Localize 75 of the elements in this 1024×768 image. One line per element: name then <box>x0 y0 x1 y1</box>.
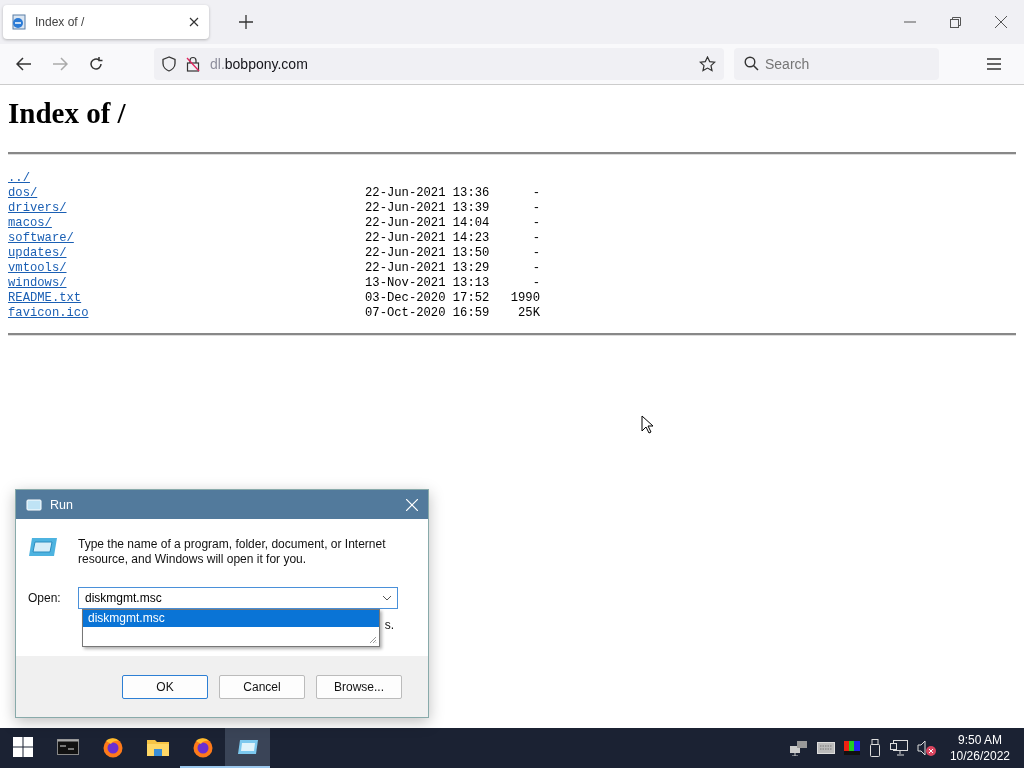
modified-date: 22-Jun-2021 13:50 <box>365 246 491 261</box>
run-icon <box>236 739 259 755</box>
file-size: - <box>531 216 540 231</box>
url-text: dl.bobpony.com <box>210 56 308 72</box>
reload-icon[interactable] <box>88 56 104 72</box>
open-label: Open: <box>28 591 60 605</box>
address-bar[interactable]: dl.bobpony.com <box>154 48 724 80</box>
taskbar-button[interactable] <box>225 728 270 768</box>
dialog-button[interactable]: Cancel <box>219 674 305 699</box>
keyboard-icon[interactable] <box>816 742 835 754</box>
suggestion-item[interactable]: diskmgmt.msc <box>83 610 379 627</box>
instruction-text: Type the name of a program, folder, document, or Internet resource, and Windows will open it for you. <box>78 537 387 567</box>
close-icon[interactable] <box>995 16 1007 28</box>
restore-icon[interactable] <box>950 16 961 28</box>
browser-tab[interactable]: Index of / <box>3 5 209 39</box>
modified-date: 07-Oct-2020 16:59 <box>365 306 491 321</box>
search-field[interactable]: Search <box>734 48 939 80</box>
close-icon[interactable] <box>189 17 199 27</box>
file-link[interactable]: favicon.ico <box>8 306 89 320</box>
modified-date: 22-Jun-2021 13:36 <box>365 186 491 201</box>
file-link[interactable]: ../ <box>8 171 30 185</box>
file-size: - <box>531 186 540 201</box>
menu-icon[interactable] <box>987 58 1001 70</box>
file-link[interactable]: macos/ <box>8 216 52 230</box>
clock-time: 9:50 AM <box>957 732 1002 748</box>
pointer-icon <box>641 415 653 434</box>
file-link[interactable]: windows/ <box>8 276 67 290</box>
network-icon[interactable] <box>789 740 808 756</box>
modified-date: 22-Jun-2021 13:39 <box>365 201 491 216</box>
dialog-button[interactable]: Browse... <box>316 674 402 699</box>
new-tab-icon[interactable] <box>239 15 253 29</box>
resize-grip-icon[interactable] <box>369 636 377 644</box>
dialog-button[interactable]: OK <box>122 674 208 699</box>
file-link[interactable]: README.txt <box>8 291 82 305</box>
back-icon[interactable] <box>16 57 32 71</box>
modified-date: 03-Dec-2020 17:52 <box>365 291 491 306</box>
file-size: - <box>531 201 540 216</box>
option-text: s. <box>384 618 394 632</box>
file-size: - <box>531 261 540 276</box>
folder-icon <box>146 738 169 756</box>
search-icon <box>744 56 759 71</box>
run-icon <box>28 537 58 557</box>
terminal-icon <box>56 739 79 755</box>
file-link[interactable]: vmtools/ <box>8 261 67 275</box>
star-icon[interactable] <box>699 56 716 72</box>
clock[interactable]: 9:50 AM 10/26/2022 <box>949 732 1010 764</box>
shield-icon[interactable] <box>162 56 176 72</box>
windows-logo-icon <box>12 737 33 757</box>
modified-date: 13-Nov-2021 13:13 <box>365 276 491 291</box>
firefox-icon <box>101 736 124 758</box>
monitor-icon[interactable] <box>889 740 908 756</box>
usb-drive-icon[interactable] <box>868 739 881 757</box>
file-link[interactable]: drivers/ <box>8 201 67 215</box>
page-heading: Index of / <box>8 97 127 130</box>
file-size: 25K <box>517 306 540 321</box>
file-size: 1990 <box>509 291 540 306</box>
open-combo-box[interactable]: diskmgmt.msc <box>78 587 398 609</box>
file-link[interactable]: dos/ <box>8 186 38 200</box>
modified-date: 22-Jun-2021 14:04 <box>365 216 491 231</box>
run-icon <box>26 498 42 511</box>
firefox-icon <box>191 736 214 758</box>
file-link[interactable]: software/ <box>8 231 74 245</box>
modified-date: 22-Jun-2021 14:23 <box>365 231 491 246</box>
file-size: - <box>531 246 540 261</box>
clock-date: 10/26/2022 <box>949 748 1010 764</box>
file-size: - <box>531 276 540 291</box>
file-size: - <box>531 231 540 246</box>
speaker-muted-icon[interactable] <box>916 740 937 756</box>
chevron-down-icon[interactable] <box>382 595 392 601</box>
color-icon[interactable] <box>843 741 860 755</box>
window-title: Run <box>50 497 73 512</box>
lock-icon[interactable] <box>186 56 200 72</box>
modified-date: 22-Jun-2021 13:29 <box>365 261 491 276</box>
page-icon <box>11 14 27 30</box>
file-link[interactable]: updates/ <box>8 246 67 260</box>
